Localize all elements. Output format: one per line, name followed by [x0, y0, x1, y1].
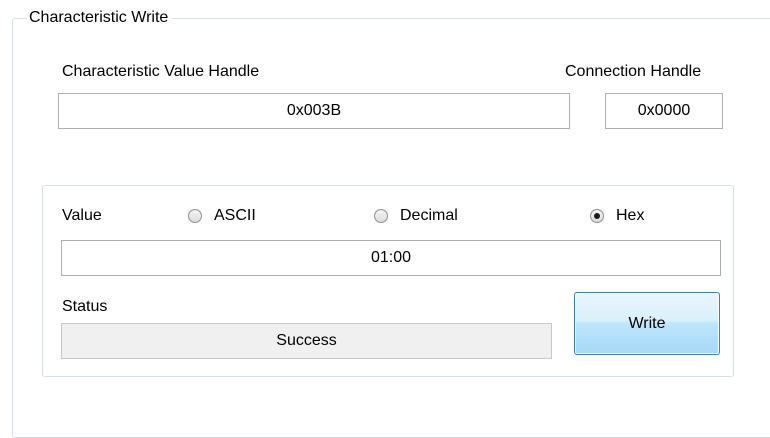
radio-ascii[interactable]: ASCII — [188, 206, 256, 226]
value-input[interactable]: 01:00 — [61, 240, 721, 276]
radio-ascii-label: ASCII — [214, 207, 256, 224]
radio-hex-label: Hex — [616, 207, 645, 224]
value-handle-field[interactable]: 0x003B — [58, 93, 570, 129]
value-label: Value — [62, 207, 102, 224]
write-button[interactable]: Write — [574, 292, 720, 355]
radio-hex[interactable]: Hex — [590, 206, 644, 226]
status-field: Success — [61, 323, 552, 359]
connection-handle-field[interactable]: 0x0000 — [605, 93, 723, 129]
radio-decimal[interactable]: Decimal — [374, 206, 458, 226]
radio-circle-icon — [374, 209, 388, 223]
group-title: Characteristic Write — [27, 8, 173, 28]
radio-circle-icon — [188, 209, 202, 223]
value-handle-label: Characteristic Value Handle — [62, 63, 260, 80]
radio-decimal-label: Decimal — [400, 207, 458, 224]
radio-selected-icon — [590, 209, 604, 223]
connection-handle-label: Connection Handle — [565, 63, 702, 80]
status-label: Status — [62, 298, 108, 315]
